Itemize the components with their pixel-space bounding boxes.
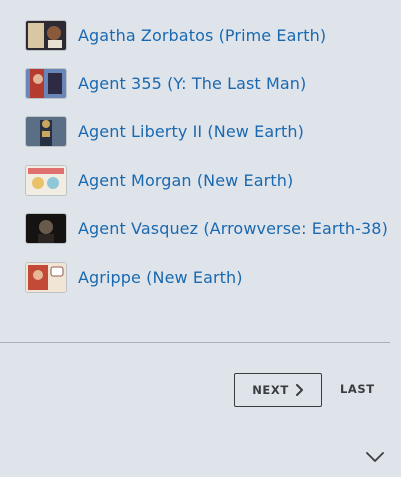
chevron-right-icon (295, 384, 303, 396)
character-link[interactable]: Agent Morgan (New Earth) (78, 171, 293, 190)
character-link[interactable]: Agent Liberty II (New Earth) (78, 122, 304, 141)
character-link[interactable]: Agatha Zorbatos (Prime Earth) (78, 26, 326, 45)
character-list: Agatha Zorbatos (Prime Earth) Agent 355 … (26, 11, 396, 301)
list-item[interactable]: Agent Morgan (New Earth) (26, 156, 396, 204)
character-thumbnail[interactable] (26, 165, 66, 195)
character-thumbnail[interactable] (26, 262, 66, 292)
character-thumbnail[interactable] (26, 69, 66, 99)
list-item[interactable]: Agrippe (New Earth) (26, 253, 396, 301)
character-link[interactable]: Agent 355 (Y: The Last Man) (78, 74, 306, 93)
list-item[interactable]: Agent 355 (Y: The Last Man) (26, 59, 396, 107)
character-thumbnail[interactable] (26, 214, 66, 244)
list-item[interactable]: Agent Vasquez (Arrowverse: Earth-38) (26, 205, 396, 253)
last-page-link[interactable]: LAST (340, 382, 375, 396)
divider (0, 342, 390, 343)
list-item[interactable]: Agatha Zorbatos (Prime Earth) (26, 11, 396, 59)
next-page-button[interactable]: NEXT (234, 373, 322, 407)
chevron-down-icon[interactable] (365, 450, 385, 464)
character-thumbnail[interactable] (26, 117, 66, 147)
list-item[interactable]: Agent Liberty II (New Earth) (26, 108, 396, 156)
character-link[interactable]: Agent Vasquez (Arrowverse: Earth-38) (78, 219, 388, 238)
next-button-label: NEXT (252, 383, 289, 397)
character-thumbnail[interactable] (26, 20, 66, 50)
character-link[interactable]: Agrippe (New Earth) (78, 268, 243, 287)
